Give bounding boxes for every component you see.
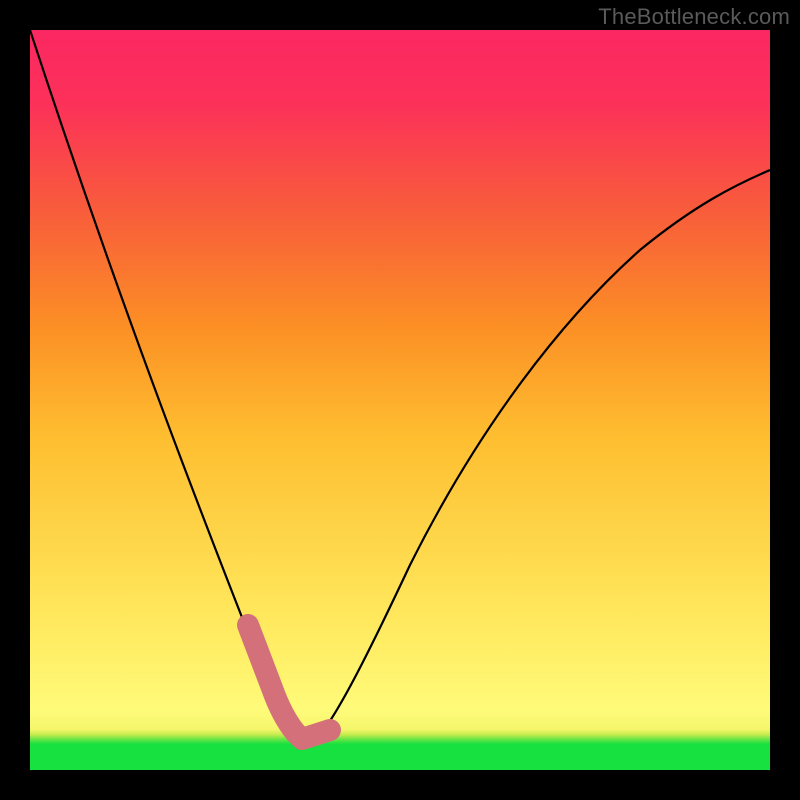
highlight-band — [248, 625, 330, 739]
watermark-text: TheBottleneck.com — [598, 4, 790, 30]
curve-path — [30, 30, 770, 741]
chart-frame: TheBottleneck.com — [0, 0, 800, 800]
plot-area — [30, 30, 770, 770]
bottleneck-curve-svg — [30, 30, 770, 770]
